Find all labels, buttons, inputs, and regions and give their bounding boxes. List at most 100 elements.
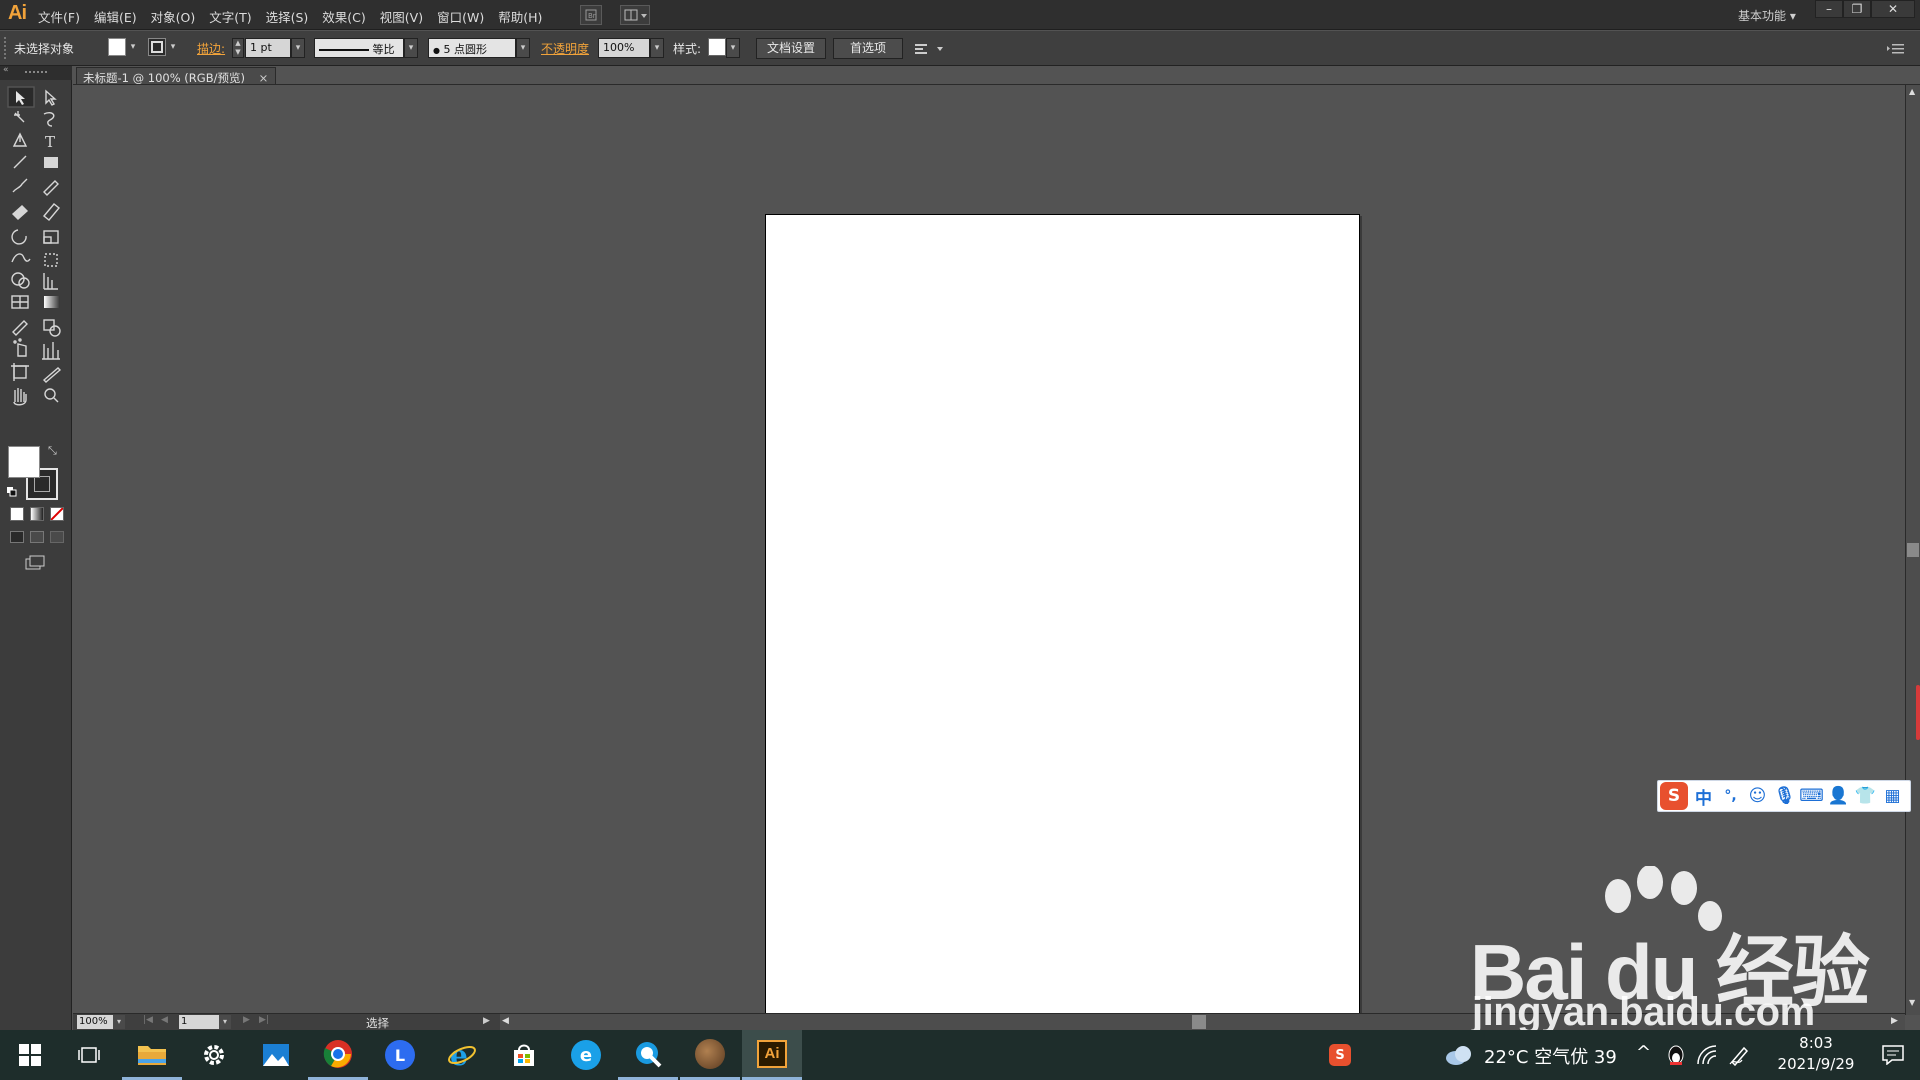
paintbrush-tool[interactable] (8, 183, 32, 205)
shape-builder-tool[interactable] (8, 279, 32, 301)
warp-tool[interactable] (8, 255, 32, 277)
column-graph-tool[interactable] (38, 351, 62, 373)
current-tool-status[interactable]: 选择 (366, 1015, 389, 1031)
vertical-scrollbar[interactable]: ▲ ▼ (1905, 85, 1920, 1015)
task-view-button[interactable] (60, 1030, 120, 1080)
stroke-swatch[interactable] (148, 38, 166, 56)
hand-tool[interactable] (8, 399, 32, 421)
rectangle-tool[interactable] (38, 159, 62, 181)
chrome-button[interactable] (308, 1030, 368, 1080)
emoji-icon[interactable]: ☺ (1744, 786, 1771, 806)
pen-tool[interactable] (8, 135, 32, 157)
start-button[interactable] (0, 1030, 60, 1080)
swap-arrow-icon[interactable]: ⤡ (48, 444, 57, 458)
stroke-weight-input[interactable]: 1 pt (245, 38, 291, 58)
selection-tool[interactable] (8, 87, 32, 109)
minimize-button[interactable]: – (1815, 0, 1843, 18)
menu-window[interactable]: 窗口(W) (437, 7, 484, 26)
variable-width-profile[interactable]: 等比 (314, 38, 404, 58)
document-setup-button[interactable]: 文档设置 (756, 38, 826, 59)
scroll-left-icon[interactable]: ◀ (502, 1016, 509, 1026)
scroll-right-icon[interactable]: ▶ (1891, 1016, 1898, 1026)
store-button[interactable] (494, 1030, 554, 1080)
symbol-sprayer-tool[interactable] (8, 351, 32, 373)
illustrator-taskbar-button[interactable]: Ai (742, 1030, 802, 1080)
chevron-down-icon[interactable]: ▾ (404, 38, 418, 58)
chevron-down-icon[interactable]: ▾ (127, 38, 139, 58)
toolbox-grid-icon[interactable]: ▦ (1879, 786, 1906, 806)
vertical-scroll-thumb[interactable] (1907, 543, 1919, 557)
rotate-tool[interactable] (8, 231, 32, 253)
scroll-down-icon[interactable]: ▼ (1909, 998, 1915, 1007)
ime-mode-toggle[interactable]: 中 (1690, 784, 1717, 809)
close-tab-icon[interactable]: × (259, 71, 269, 85)
weather-text[interactable]: 22°C 空气优 39 (1484, 1043, 1617, 1069)
menu-object[interactable]: 对象(O) (151, 7, 196, 26)
fill-swatch[interactable] (108, 38, 126, 56)
color-mode-button[interactable] (10, 507, 24, 521)
direct-selection-tool[interactable] (38, 87, 62, 109)
chevron-down-icon[interactable]: ▾ (516, 38, 530, 58)
restore-button[interactable]: ❐ (1843, 0, 1871, 18)
screen-mode-button[interactable] (24, 554, 46, 572)
chevron-down-icon[interactable]: ▾ (291, 38, 305, 58)
menu-type[interactable]: 文字(T) (209, 7, 251, 26)
sogou-tray-button[interactable]: S (1320, 1030, 1360, 1080)
panel-menu-button[interactable] (1886, 41, 1906, 57)
next-artboard-icon[interactable]: ▶ (243, 1015, 250, 1025)
photos-button[interactable] (246, 1030, 306, 1080)
arrange-options-button[interactable] (913, 40, 947, 58)
graphic-style-swatch[interactable] (708, 38, 726, 56)
stroke-label[interactable]: 描边: (197, 40, 225, 57)
perspective-grid-tool[interactable] (38, 279, 62, 301)
menu-effect[interactable]: 效果(C) (322, 7, 365, 26)
bridge-button[interactable]: Br (580, 5, 602, 25)
type-tool[interactable] (38, 135, 62, 157)
prev-artboard-icon[interactable]: ◀ (161, 1015, 168, 1025)
eraser-tool[interactable] (38, 207, 62, 229)
default-colors-icon[interactable] (7, 486, 17, 497)
edge-browser-button[interactable]: e (556, 1030, 616, 1080)
search-app-button[interactable] (618, 1030, 678, 1080)
weather-cloud-icon[interactable] (1444, 1044, 1474, 1069)
chevron-down-icon[interactable]: ▾ (726, 38, 740, 58)
status-menu-icon[interactable]: ▶ (483, 1016, 490, 1026)
opacity-label[interactable]: 不透明度 (541, 40, 589, 57)
horizontal-scroll-thumb[interactable] (1192, 1015, 1206, 1029)
magic-wand-tool[interactable] (8, 110, 32, 132)
blob-brush-tool[interactable] (8, 207, 32, 229)
menu-edit[interactable]: 编辑(E) (94, 7, 137, 26)
keyboard-icon[interactable]: ⌨ (1798, 786, 1825, 806)
close-button[interactable]: ✕ (1871, 0, 1915, 18)
stroke-stepper[interactable]: ▲ ▼ (232, 38, 244, 58)
image-app-button[interactable] (680, 1030, 740, 1080)
chevron-down-icon[interactable]: ▾ (219, 1015, 231, 1029)
wifi-icon[interactable] (1696, 1044, 1718, 1069)
menu-view[interactable]: 视图(V) (380, 7, 423, 26)
none-mode-button[interactable] (50, 507, 64, 521)
user-icon[interactable]: 👤 (1825, 786, 1852, 806)
system-clock[interactable]: 8:03 2021/9/29 (1770, 1033, 1862, 1075)
punctuation-toggle[interactable]: °, (1717, 788, 1744, 804)
gradient-tool[interactable] (38, 303, 62, 325)
document-tab[interactable]: 未标题-1 @ 100% (RGB/预览) × (76, 67, 276, 85)
pen-ink-icon[interactable] (1728, 1044, 1750, 1069)
collapse-icon[interactable]: « (3, 65, 9, 75)
line-tool[interactable] (8, 159, 32, 181)
qq-penguin-icon[interactable] (1666, 1044, 1686, 1069)
arrange-documents-button[interactable] (620, 5, 650, 25)
microphone-icon[interactable]: 🎙 (1771, 786, 1798, 806)
menu-file[interactable]: 文件(F) (38, 7, 80, 26)
opacity-input[interactable]: 100% (598, 38, 650, 58)
first-artboard-icon[interactable]: |◀ (143, 1015, 153, 1025)
lasso-tool[interactable] (38, 110, 62, 132)
mesh-tool[interactable] (8, 303, 32, 325)
lark-app-button[interactable]: L (370, 1030, 430, 1080)
scroll-up-icon[interactable]: ▲ (1909, 87, 1915, 96)
skin-shirt-icon[interactable]: 👕 (1852, 786, 1879, 806)
zoom-input[interactable]: 100% (77, 1015, 113, 1029)
draw-inside-icon[interactable] (50, 531, 64, 543)
settings-button[interactable] (184, 1030, 244, 1080)
zoom-tool[interactable] (38, 399, 62, 421)
chevron-down-icon[interactable]: ▾ (113, 1015, 125, 1029)
